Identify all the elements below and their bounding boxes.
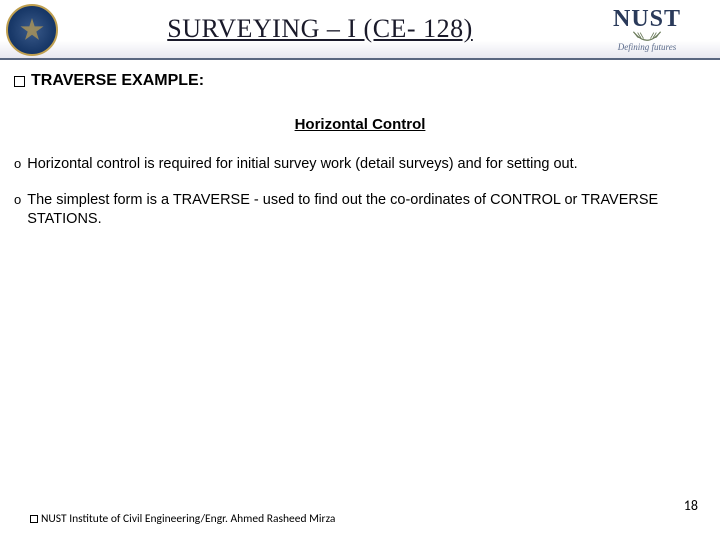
- nust-logo: NUST Defining futures: [582, 4, 712, 54]
- slide-footer: NUST Institute of Civil Engineering/Engr…: [0, 512, 720, 526]
- nust-logo-text: NUST: [613, 7, 681, 31]
- bullet-text: The simplest form is a TRAVERSE - used t…: [27, 191, 706, 230]
- nust-tagline: Defining futures: [618, 42, 676, 52]
- institute-seal-icon: [6, 4, 58, 56]
- section-heading: TRAVERSE EXAMPLE:: [31, 72, 204, 90]
- footer-left: NUST Institute of Civil Engineering/Engr…: [30, 512, 335, 526]
- laurel-icon: [630, 29, 664, 43]
- bullet-item: o Horizontal control is required for ini…: [14, 155, 706, 175]
- section-subheading: Horizontal Control: [14, 116, 706, 133]
- square-bullet-icon: [30, 515, 38, 523]
- slide-content: TRAVERSE EXAMPLE: Horizontal Control o H…: [0, 60, 720, 230]
- square-bullet-icon: [14, 76, 25, 87]
- bullet-item: o The simplest form is a TRAVERSE - used…: [14, 191, 706, 230]
- section-heading-row: TRAVERSE EXAMPLE:: [14, 72, 706, 90]
- slide-title: SURVEYING – I (CE- 128): [58, 14, 582, 44]
- footer-text: NUST Institute of Civil Engineering/Engr…: [41, 512, 335, 526]
- slide-header: SURVEYING – I (CE- 128) NUST Defining fu…: [0, 0, 720, 60]
- bullet-text: Horizontal control is required for initi…: [27, 155, 706, 175]
- circle-bullet-icon: o: [14, 155, 21, 173]
- circle-bullet-icon: o: [14, 191, 21, 209]
